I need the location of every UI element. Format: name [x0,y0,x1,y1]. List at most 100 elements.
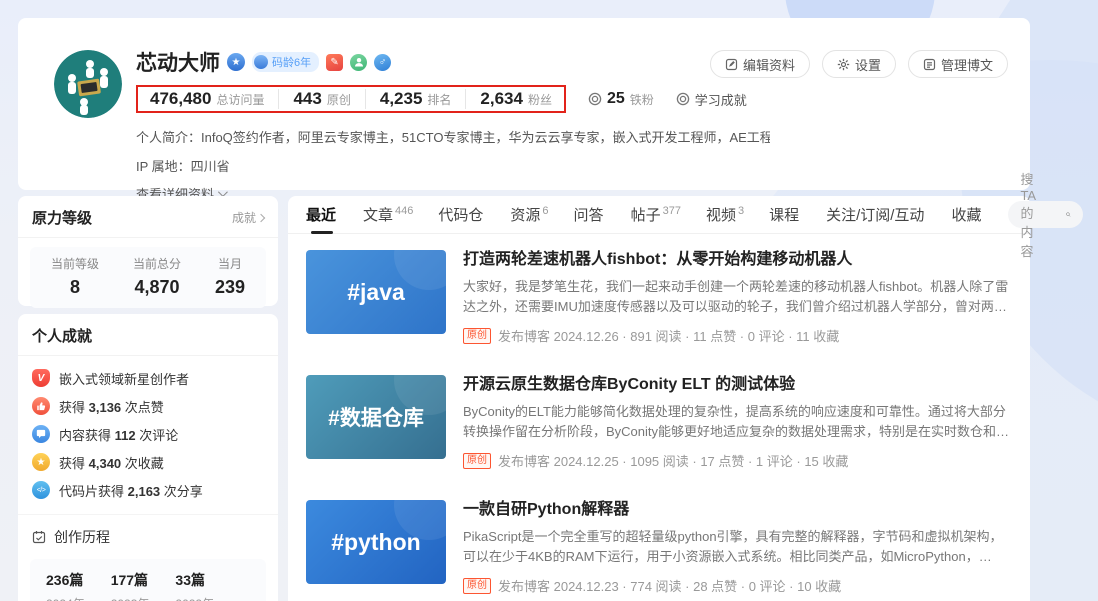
article-excerpt: 大家好，我是梦笔生花，我们一起来动手创建一个两轮差速的移动机器人fishbot。… [463,277,1012,317]
force-total-score: 当前总分 4,870 [133,255,181,298]
article-title[interactable]: 一款自研Python解释器 [463,500,1012,520]
article-list: #java 打造两轮差速机器人fishbot：从零开始构建移动机器人 大家好，我… [288,234,1030,601]
force-level-card: 原力等级 成就 当前等级 8 当前总分 4,870 当月 239 [18,196,278,306]
achievement-text: 获得 3,136 次点赞 [59,397,164,416]
journey-year-label: 2023年 [111,595,150,601]
article-item: #python 一款自研Python解释器 PikaScript是一个完全重写的… [306,500,1012,595]
achievement-text: 内容获得 112 次评论 [59,425,178,444]
force-label: 当前等级 [51,255,99,272]
thumbnail-label: #python [331,529,420,556]
star-collect-icon: ★ [32,453,50,471]
achievement-item: V 嵌入式领域新星创作者 [32,364,264,392]
settings-button[interactable]: 设置 [822,50,896,78]
tab-articles[interactable]: 文章446 [363,196,413,234]
achievement-item: 内容获得 112 次评论 [32,420,264,448]
original-badge: 原创 [463,578,491,594]
force-level-title: 原力等级 [32,207,92,228]
article-meta-text: 发布博客 2024.12.25 · 1095 阅读 · 17 点赞 · 1 评论… [498,451,848,470]
force-label: 当月 [215,255,245,272]
stat-value: 2,634 [480,89,523,109]
stat-originals[interactable]: 443 原创 [278,89,350,109]
journey-year: 33篇 2022年 [175,570,214,601]
medal-ring-icon [676,92,690,106]
search-placeholder: 搜TA的内容 [1020,169,1044,260]
force-label: 当前总分 [133,255,181,272]
learning-achievement-label: 学习成就 [695,90,747,109]
chevron-right-icon [257,213,265,221]
tab-follow-subscribe[interactable]: 关注/订阅/互动 [826,196,926,234]
stat-total-visits[interactable]: 476,480 总访问量 [150,89,264,109]
article-title[interactable]: 开源云原生数据仓库ByConity ELT 的测试体验 [463,375,1012,395]
achievements-card: 个人成就 V 嵌入式领域新星创作者 获得 3,136 次点赞 内容获得 112 … [18,314,278,601]
author-pen-icon[interactable]: ✎ [326,54,343,71]
stat-value: 25 [607,90,625,108]
article-thumbnail[interactable]: #java [306,250,446,334]
manage-document-icon [923,58,936,71]
tab-courses[interactable]: 课程 [769,196,801,234]
stat-label: 铁粉 [630,91,654,108]
code-age-badge[interactable]: 码龄6年 [252,52,319,72]
article-thumbnail[interactable]: #python [306,500,446,584]
stat-label: 原创 [327,91,351,108]
comment-icon [32,425,50,443]
article-meta: 原创 发布博客 2024.12.23 · 774 阅读 · 28 点赞 · 0 … [463,576,1012,595]
journey-count: 33篇 [175,570,214,590]
article-thumbnail[interactable]: #数据仓库 [306,375,446,459]
avatar-illustration [54,50,122,118]
tab-videos[interactable]: 视频3 [706,196,744,234]
original-badge: 原创 [463,453,491,469]
stat-label: 粉丝 [528,91,552,108]
article-title[interactable]: 打造两轮差速机器人fishbot：从零开始构建移动机器人 [463,250,1012,270]
profile-header-card: 芯动大师 ★ 码龄6年 ✎ ♂ 476,480 总访问量 443 原创 4,23 [18,18,1030,190]
article-item: #数据仓库 开源云原生数据仓库ByConity ELT 的测试体验 ByConi… [306,375,1012,470]
content-card: 最近 文章446 代码仓 资源6 问答 帖子377 视频3 课程 关注/订阅/互… [288,196,1030,601]
thumbs-up-icon [32,397,50,415]
journey-year-label: 2022年 [175,595,214,601]
tab-recent[interactable]: 最近 [306,196,338,234]
force-level-panel: 当前等级 8 当前总分 4,870 当月 239 [30,247,266,308]
tab-code-repo[interactable]: 代码仓 [438,196,485,234]
content-tabbar: 最近 文章446 代码仓 资源6 问答 帖子377 视频3 课程 关注/订阅/互… [288,196,1030,234]
avatar[interactable] [54,50,122,118]
code-age-label: 码龄6年 [272,54,311,70]
calendar-icon [32,530,46,544]
original-badge: 原创 [463,328,491,344]
edit-profile-button[interactable]: 编辑资料 [710,50,810,78]
article-excerpt: ByConity的ELT能力能够简化数据处理的复杂性，提高系统的响应速度和可靠性… [463,402,1012,442]
search-input[interactable]: 搜TA的内容 [1008,201,1083,228]
stat-followers[interactable]: 2,634 粉丝 [465,89,552,109]
journey-year: 236篇 2024年 [46,570,85,601]
learning-achievement-link[interactable]: 学习成就 [676,90,747,109]
tab-posts[interactable]: 帖子377 [631,196,681,234]
achievement-link-label: 成就 [232,209,256,226]
stat-label: 排名 [427,91,451,108]
article-item: #java 打造两轮差速机器人fishbot：从零开始构建移动机器人 大家好，我… [306,250,1012,345]
force-value: 4,870 [133,277,181,298]
stat-iron-fans[interactable]: 25 铁粉 [588,90,654,108]
stat-value: 443 [293,89,321,109]
journey-year: 177篇 2023年 [111,570,150,601]
achievement-link[interactable]: 成就 [232,209,264,226]
stat-rank[interactable]: 4,235 排名 [365,89,452,109]
achievement-item: </> 代码片获得 2,163 次分享 [32,476,264,504]
manage-posts-button[interactable]: 管理博文 [908,50,1008,78]
manage-posts-label: 管理博文 [941,55,993,74]
gear-icon [837,58,850,71]
tab-resources[interactable]: 资源6 [510,196,548,234]
achievement-item: ★ 获得 4,340 次收藏 [32,448,264,476]
stat-label: 总访问量 [216,91,264,108]
code-share-icon: </> [32,481,50,499]
member-person-icon[interactable] [350,54,367,71]
article-excerpt: PikaScript是一个完全重写的超轻量级python引擎，具有完整的解释器，… [463,527,1012,567]
stat-value: 4,235 [380,89,423,109]
force-current-level: 当前等级 8 [51,255,99,298]
blog-expert-icon[interactable]: ♂ [374,54,391,71]
tab-favorites[interactable]: 收藏 [951,196,983,234]
journey-count: 236篇 [46,570,85,590]
header-actions: 编辑资料 设置 管理博文 [710,50,1008,78]
tab-qa[interactable]: 问答 [574,196,606,234]
journey-year-label: 2024年 [46,595,85,601]
level-medal-icon[interactable]: ★ [227,53,245,71]
username: 芯动大师 [136,47,220,77]
achievements-title: 个人成就 [32,325,92,346]
